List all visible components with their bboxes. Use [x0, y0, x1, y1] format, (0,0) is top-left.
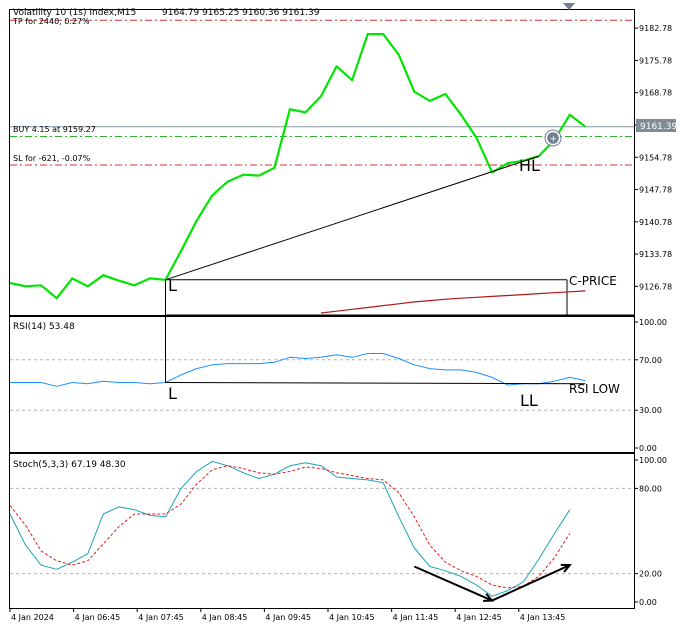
buy-label: BUY 4.15 at 9159.27	[13, 125, 96, 134]
y-tick-label: 9133.78	[639, 250, 672, 259]
price-panel-frame	[9, 9, 635, 316]
y-tick-label: 0.00	[639, 598, 657, 607]
y-tick-label: 30.00	[639, 406, 662, 415]
x-tick-label: 4 Jan 06:45	[75, 613, 121, 622]
y-tick-label: 0.00	[639, 444, 657, 453]
close-position-icon[interactable]: +	[544, 129, 562, 147]
y-tick-label: 9154.78	[639, 153, 672, 162]
y-tick-label: 80.00	[639, 484, 662, 493]
price-y-axis: 9182.789175.789168.789161.789154.789147.…	[634, 24, 672, 291]
y-tick-label: 9168.78	[639, 89, 672, 98]
x-tick-label: 4 Jan 2024	[11, 613, 54, 622]
tp-label: TP for 2440, 0.27%	[12, 17, 90, 26]
x-tick-label: 4 Jan 12:45	[456, 613, 502, 622]
annotation-lower-low: LL	[520, 391, 538, 410]
rsi-panel-frame	[9, 316, 635, 453]
trading-chart: 9182.789175.789168.789161.789154.789147.…	[9, 3, 677, 622]
time-axis: 4 Jan 2024 4 Jan 06:45 4 Jan 07:45 4 Jan 08…	[9, 608, 566, 622]
stoch-panel-frame	[9, 453, 635, 609]
annotation-rsi-low: L	[168, 384, 177, 403]
annotation-rsi-low-label: RSI LOW	[569, 382, 620, 396]
annotation-low: L	[168, 276, 177, 295]
x-tick-label: 4 Jan 07:45	[138, 613, 184, 622]
sl-label: SL for -621, -0.07%	[13, 154, 91, 163]
rsi-y-axis: 100.00 70.00 30.00 0.00	[634, 318, 667, 453]
x-tick-label: 4 Jan 11:45	[393, 613, 439, 622]
rsi-title: RSI(14) 53.48	[13, 322, 75, 332]
y-tick-label: 70.00	[639, 356, 662, 365]
y-tick-label: 9147.78	[639, 186, 672, 195]
chart-shift-marker-icon[interactable]	[563, 3, 575, 10]
x-tick-label: 4 Jan 09:45	[265, 613, 311, 622]
annotation-higher-low: HL	[519, 156, 540, 175]
x-tick-label: 4 Jan 08:45	[202, 613, 248, 622]
y-tick-label: 20.00	[639, 570, 662, 579]
chart-ohlc: 9164.79 9165.25 9160.36 9161.39	[162, 8, 320, 18]
stoch-title: Stoch(5,3,3) 67.19 48.30	[13, 460, 126, 470]
annotation-c-price: C-PRICE	[569, 274, 617, 288]
y-tick-label: 9182.78	[639, 24, 672, 33]
stoch-y-axis: 100.00 80.00 20.00 0.00	[634, 456, 667, 607]
x-tick-label: 4 Jan 13:45	[520, 613, 566, 622]
current-price-tag: 9161.39	[640, 122, 677, 132]
y-tick-label: 100.00	[639, 318, 667, 327]
svg-text:+: +	[550, 135, 558, 145]
y-tick-label: 9140.78	[639, 218, 672, 227]
y-tick-label: 100.00	[639, 456, 667, 465]
x-tick-label: 4 Jan 10:45	[329, 613, 375, 622]
y-tick-label: 9175.78	[639, 56, 672, 65]
y-tick-label: 9126.78	[639, 282, 672, 291]
